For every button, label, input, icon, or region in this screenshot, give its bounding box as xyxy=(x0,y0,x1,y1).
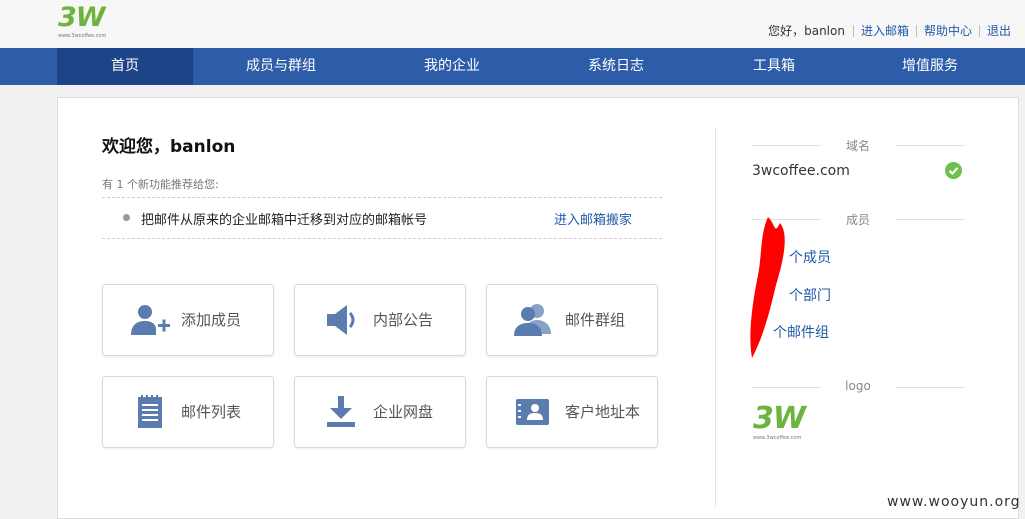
main-nav: 首页 成员与群组 我的企业 系统日志 工具箱 增值服务 xyxy=(0,48,1025,85)
brand-logo[interactable]: 3W www.3wcoffee.com xyxy=(58,4,110,40)
company-logo: 3W www.3wcoffee.com xyxy=(753,401,806,442)
internal-notice-tile[interactable]: 内部公告 xyxy=(294,284,466,356)
contact-card-icon xyxy=(516,399,549,425)
logo-text: 3W xyxy=(58,2,106,33)
logout-link[interactable]: 退出 xyxy=(978,24,1011,37)
heading-rule xyxy=(895,219,965,220)
logo-heading-text: logo xyxy=(845,379,871,393)
redaction-scribble xyxy=(750,217,785,358)
mail-group-tile[interactable]: 邮件群组 xyxy=(486,284,658,356)
user-greeting: 您好，banlon xyxy=(768,24,845,38)
feature-recommendation: 把邮件从原来的企业邮箱中迁移到对应的邮箱帐号 进入邮箱搬家 xyxy=(102,197,662,239)
watermark: www.wooyun.org xyxy=(887,494,1021,510)
nav-tab-value-added[interactable]: 增值服务 xyxy=(862,48,998,85)
heading-rule xyxy=(895,387,965,388)
enter-mailbox-link[interactable]: 进入邮箱 xyxy=(852,24,916,37)
group-icon xyxy=(514,304,551,336)
address-book-tile[interactable]: 客户地址本 xyxy=(486,376,658,448)
download-icon xyxy=(327,396,355,427)
bullet-icon xyxy=(123,214,130,221)
address-book-label: 客户地址本 xyxy=(565,403,641,421)
logo-section-heading: logo xyxy=(751,379,965,395)
add-member-label: 添加成员 xyxy=(181,311,242,329)
enterprise-disk-tile[interactable]: 企业网盘 xyxy=(294,376,466,448)
enterprise-disk-label: 企业网盘 xyxy=(373,403,434,421)
add-member-tile[interactable]: 添加成员 xyxy=(102,284,274,356)
domain-value: 3wcoffee.com xyxy=(752,163,850,179)
speaker-icon xyxy=(327,305,355,335)
department-count-link[interactable]: 个部门 xyxy=(789,285,831,305)
company-logo-subtext: www.3wcoffee.com xyxy=(753,435,802,441)
list-icon xyxy=(138,395,162,428)
heading-rule xyxy=(895,145,965,146)
company-logo-text: 3W xyxy=(753,401,806,436)
mail-migration-link[interactable]: 进入邮箱搬家 xyxy=(554,209,632,228)
top-bar: 3W www.3wcoffee.com 您好，banlon 进入邮箱 帮助中心 … xyxy=(0,0,1025,48)
nav-tab-my-enterprise[interactable]: 我的企业 xyxy=(384,48,520,85)
feature-description: 把邮件从原来的企业邮箱中迁移到对应的邮箱帐号 xyxy=(141,213,428,228)
internal-notice-label: 内部公告 xyxy=(373,311,434,329)
nav-tab-home[interactable]: 首页 xyxy=(57,48,193,85)
member-count-link[interactable]: 个成员 xyxy=(789,247,831,267)
mail-list-tile[interactable]: 邮件列表 xyxy=(102,376,274,448)
mail-list-label: 邮件列表 xyxy=(181,403,242,421)
help-center-link[interactable]: 帮助中心 xyxy=(915,24,979,37)
feature-count-text: 有 1 个新功能推荐给您: xyxy=(102,178,219,191)
mail-group-label: 邮件群组 xyxy=(565,311,626,329)
nav-tab-toolbox[interactable]: 工具箱 xyxy=(706,48,842,85)
main-panel: 欢迎您，banlon 有 1 个新功能推荐给您: 把邮件从原来的企业邮箱中迁移到… xyxy=(57,97,1019,519)
verified-check-icon xyxy=(945,162,962,179)
add-user-icon xyxy=(131,305,170,335)
domain-section-heading: 域名 xyxy=(751,137,965,153)
column-divider xyxy=(715,128,716,508)
welcome-title: 欢迎您，banlon xyxy=(102,137,236,157)
nav-tab-members-groups[interactable]: 成员与群组 xyxy=(213,48,349,85)
user-bar: 您好，banlon 进入邮箱 帮助中心 退出 xyxy=(768,22,1011,39)
logo-subtext: www.3wcoffee.com xyxy=(58,33,107,39)
nav-tab-system-log[interactable]: 系统日志 xyxy=(548,48,684,85)
